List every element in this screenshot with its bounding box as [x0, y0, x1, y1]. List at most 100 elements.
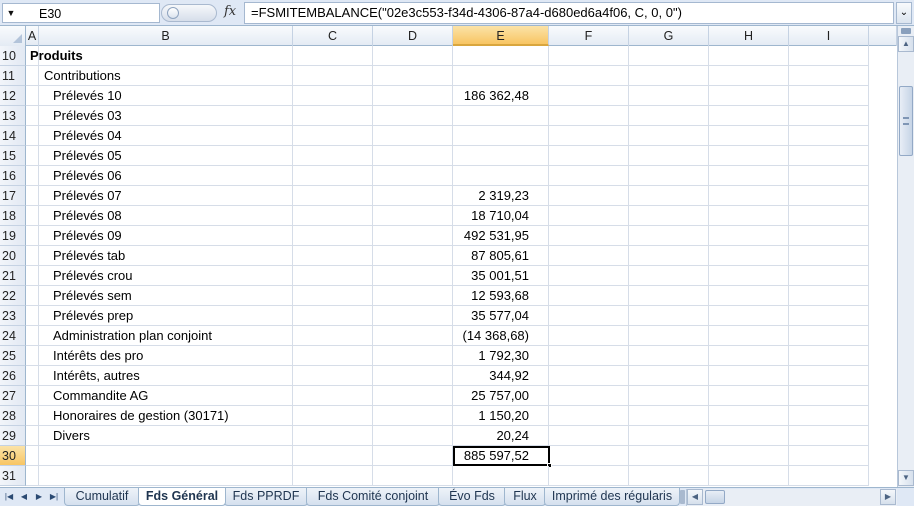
cell-c12[interactable]	[293, 86, 373, 106]
cell-c27[interactable]	[293, 386, 373, 406]
cell-c24[interactable]	[293, 326, 373, 346]
sheet-tab[interactable]: Fds PPRDF	[224, 488, 308, 506]
cell-f13[interactable]	[549, 106, 629, 126]
cell-d20[interactable]	[373, 246, 453, 266]
cell-i15[interactable]	[789, 146, 869, 166]
cell-g12[interactable]	[629, 86, 709, 106]
cell-d11[interactable]	[373, 66, 453, 86]
cell-a31[interactable]	[26, 466, 39, 486]
last-sheet-icon[interactable]: ▶|	[47, 490, 61, 504]
cell-g25[interactable]	[629, 346, 709, 366]
row-header[interactable]: 21	[0, 266, 26, 286]
cell-d18[interactable]	[373, 206, 453, 226]
row-header[interactable]: 29	[0, 426, 26, 446]
cell-a29[interactable]	[26, 426, 39, 446]
row-header[interactable]: 19	[0, 226, 26, 246]
cell-d17[interactable]	[373, 186, 453, 206]
cell-h11[interactable]	[709, 66, 789, 86]
cell-c29[interactable]	[293, 426, 373, 446]
cell-i14[interactable]	[789, 126, 869, 146]
cell-d24[interactable]	[373, 326, 453, 346]
row-header[interactable]: 28	[0, 406, 26, 426]
column-header-b[interactable]: B	[39, 26, 293, 46]
cell-a30[interactable]	[26, 446, 39, 466]
cell-a16[interactable]	[26, 166, 39, 186]
cell-c21[interactable]	[293, 266, 373, 286]
cell-d21[interactable]	[373, 266, 453, 286]
cell-d28[interactable]	[373, 406, 453, 426]
vertical-scroll-thumb[interactable]	[899, 86, 913, 156]
cell-c17[interactable]	[293, 186, 373, 206]
cell-f23[interactable]	[549, 306, 629, 326]
cell-a12[interactable]	[26, 86, 39, 106]
name-box[interactable]: E30 ▼	[2, 3, 160, 23]
split-handle-icon[interactable]	[901, 28, 911, 34]
cell-i22[interactable]	[789, 286, 869, 306]
cell-g29[interactable]	[629, 426, 709, 446]
cell-i17[interactable]	[789, 186, 869, 206]
cell-d15[interactable]	[373, 146, 453, 166]
cell-c26[interactable]	[293, 366, 373, 386]
row-header[interactable]: 13	[0, 106, 26, 126]
sheet-tab[interactable]: Cumulatif	[64, 488, 140, 506]
cell-g26[interactable]	[629, 366, 709, 386]
cell-h24[interactable]	[709, 326, 789, 346]
column-header-a[interactable]: A	[26, 26, 39, 46]
scroll-up-icon[interactable]: ▲	[898, 36, 914, 52]
cell-i11[interactable]	[789, 66, 869, 86]
sheet-tab[interactable]: Fds Comité conjoint	[306, 488, 440, 506]
cell-e13[interactable]	[453, 106, 549, 126]
cell-i28[interactable]	[789, 406, 869, 426]
cell-f19[interactable]	[549, 226, 629, 246]
row-header[interactable]: 18	[0, 206, 26, 226]
cell-g18[interactable]	[629, 206, 709, 226]
cell-a19[interactable]	[26, 226, 39, 246]
cell-a26[interactable]	[26, 366, 39, 386]
cell-c15[interactable]	[293, 146, 373, 166]
row-header[interactable]: 12	[0, 86, 26, 106]
cell-h30[interactable]	[709, 446, 789, 466]
cell-i23[interactable]	[789, 306, 869, 326]
cell-g10[interactable]	[629, 46, 709, 66]
cell-a17[interactable]	[26, 186, 39, 206]
cell-i25[interactable]	[789, 346, 869, 366]
tab-split-handle[interactable]	[680, 490, 685, 504]
cell-g15[interactable]	[629, 146, 709, 166]
cell-h23[interactable]	[709, 306, 789, 326]
cell-a20[interactable]	[26, 246, 39, 266]
cell-d12[interactable]	[373, 86, 453, 106]
cell-f21[interactable]	[549, 266, 629, 286]
formula-bar-resize-handle[interactable]	[161, 4, 217, 22]
cell-i27[interactable]	[789, 386, 869, 406]
cell-d26[interactable]	[373, 366, 453, 386]
cell-i10[interactable]	[789, 46, 869, 66]
cell-h19[interactable]	[709, 226, 789, 246]
next-sheet-icon[interactable]: ▶	[32, 490, 46, 504]
prev-sheet-icon[interactable]: ◀	[17, 490, 31, 504]
cell-f10[interactable]	[549, 46, 629, 66]
cell-d16[interactable]	[373, 166, 453, 186]
cell-g27[interactable]	[629, 386, 709, 406]
cell-d10[interactable]	[373, 46, 453, 66]
cell-b31[interactable]	[39, 466, 293, 486]
cell-c11[interactable]	[293, 66, 373, 86]
cell-e10[interactable]	[453, 46, 549, 66]
cell-f22[interactable]	[549, 286, 629, 306]
cell-h28[interactable]	[709, 406, 789, 426]
cell-i30[interactable]	[789, 446, 869, 466]
cell-i18[interactable]	[789, 206, 869, 226]
sheet-tab[interactable]: Fds Général	[138, 488, 226, 506]
cell-c30[interactable]	[293, 446, 373, 466]
row-header[interactable]: 22	[0, 286, 26, 306]
vertical-scrollbar[interactable]: ▲ ▼	[897, 26, 914, 487]
cell-g31[interactable]	[629, 466, 709, 486]
column-header-f[interactable]: F	[549, 26, 629, 46]
cell-g22[interactable]	[629, 286, 709, 306]
cell-f12[interactable]	[549, 86, 629, 106]
cell-d13[interactable]	[373, 106, 453, 126]
cell-h27[interactable]	[709, 386, 789, 406]
cell-h29[interactable]	[709, 426, 789, 446]
cell-d25[interactable]	[373, 346, 453, 366]
cell-c18[interactable]	[293, 206, 373, 226]
row-header[interactable]: 10	[0, 46, 26, 66]
